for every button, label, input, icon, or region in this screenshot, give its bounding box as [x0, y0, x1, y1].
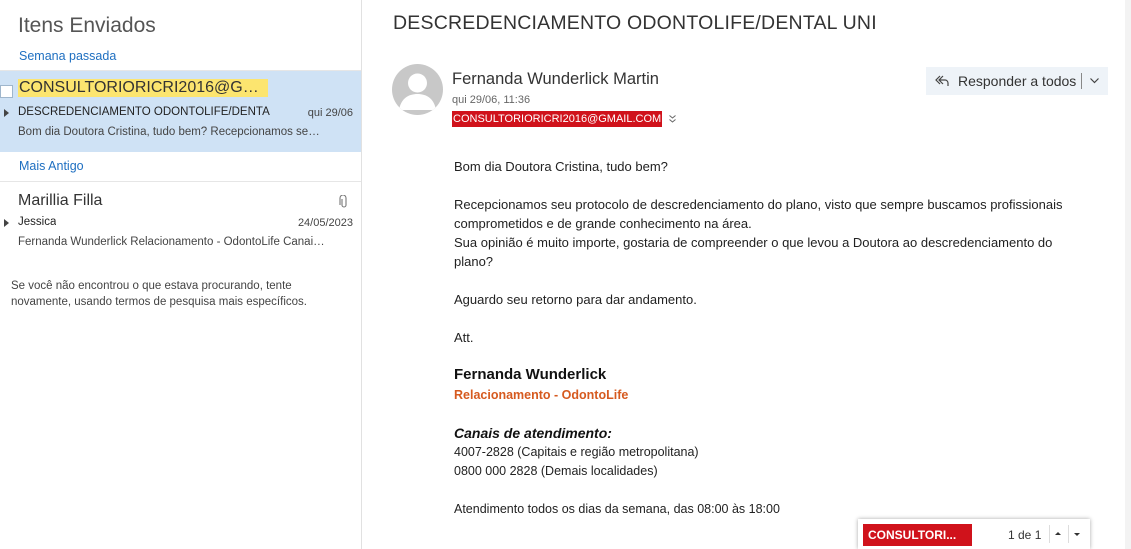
signature-hours: Atendimento todos os dias da semana, das…	[454, 502, 780, 516]
reply-all-icon	[935, 75, 949, 86]
group-header-last-week[interactable]: Semana passada	[19, 49, 116, 63]
paperclip-icon	[339, 195, 347, 208]
reply-all-label: Responder a todos	[958, 73, 1077, 89]
expand-caret-icon[interactable]	[4, 109, 9, 117]
reading-pane: DESCREDENCIAMENTO ODONTOLIFE/DENTAL UNI …	[362, 0, 1131, 549]
find-bar: CONSULTORI... 1 de 1	[858, 519, 1090, 549]
body-paragraph: Sua opinião é muito importe, gostaria de…	[454, 235, 1053, 269]
folder-title: Itens Enviados	[18, 14, 156, 37]
message-date: 24/05/2023	[297, 217, 353, 229]
message-date: qui 29/06	[307, 107, 353, 119]
page-title: DESCREDENCIAMENTO ODONTOLIFE/DENTAL UNI	[393, 12, 877, 34]
recipient-chip[interactable]: CONSULTORIORICRI2016@GMAIL.COM	[452, 111, 663, 127]
message-list-pane: Itens Enviados Semana passada CONSULTORI…	[0, 0, 362, 549]
body-closing: Att.	[454, 330, 474, 345]
chevron-down-icon[interactable]	[1089, 75, 1100, 86]
group-header-older[interactable]: Mais Antigo	[19, 159, 84, 173]
find-term[interactable]: CONSULTORI...	[863, 524, 972, 546]
person-icon	[399, 73, 436, 110]
select-checkbox[interactable]	[0, 85, 13, 98]
signature-name: Fernanda Wunderlick	[454, 366, 607, 383]
no-results-hint: Se você não encontrou o que estava procu…	[11, 280, 307, 308]
signature-channels-title: Canais de atendimento:	[454, 425, 612, 441]
sender-name[interactable]: Fernanda Wunderlick Martin	[452, 70, 659, 89]
scrollbar[interactable]	[1125, 0, 1131, 549]
message-body: Bom dia Doutora Cristina, tudo bem? Rece…	[454, 157, 1094, 347]
body-greeting: Bom dia Doutora Cristina, tudo bem?	[454, 159, 668, 174]
find-count: 1 de 1	[1008, 528, 1042, 542]
list-item[interactable]: CONSULTORIORICRI2016@GMAIL.COM DESCREDEN…	[0, 71, 361, 152]
body-paragraph: Aguardo seu retorno para dar andamento.	[454, 292, 697, 307]
expand-caret-icon[interactable]	[4, 219, 9, 227]
sent-date: qui 29/06, 11:36	[452, 94, 531, 106]
body-paragraph: Recepcionamos seu protocolo de descreden…	[454, 197, 1063, 231]
message-subject: DESCREDENCIAMENTO ODONTOLIFE/DENTAL UNI	[18, 106, 270, 118]
message-sender: CONSULTORIORICRI2016@GMAIL.COM	[18, 79, 268, 97]
avatar[interactable]	[392, 64, 443, 115]
find-previous-button[interactable]	[1049, 525, 1066, 543]
signature-phone: 0800 000 2828 (Demais localidades)	[454, 464, 658, 478]
chevron-double-down-icon[interactable]	[668, 114, 677, 124]
message-subject: Jessica	[18, 216, 57, 228]
message-sender: Marillia Filla	[18, 192, 103, 209]
signature-phone: 4007-2828 (Capitais e região metropolita…	[454, 445, 699, 459]
message-preview: Bom dia Doutora Cristina, tudo bem? Rece…	[18, 126, 320, 138]
find-next-button[interactable]	[1068, 525, 1085, 543]
list-item[interactable]: Marillia Filla Jessica 24/05/2023 Fernan…	[0, 182, 361, 258]
signature-role: Relacionamento - OdontoLife	[454, 388, 629, 402]
reply-all-button[interactable]: Responder a todos	[926, 67, 1108, 95]
divider	[1081, 73, 1082, 89]
message-preview: Fernanda Wunderlick Relacionamento - Odo…	[18, 236, 328, 248]
